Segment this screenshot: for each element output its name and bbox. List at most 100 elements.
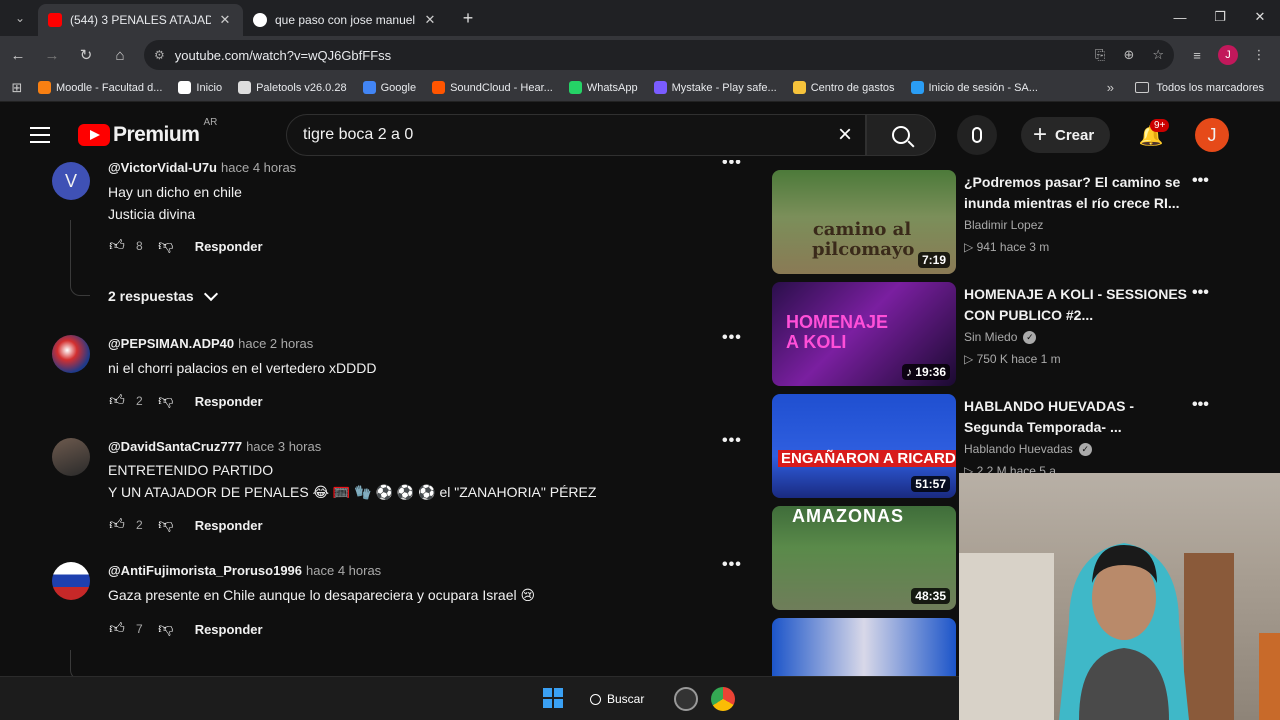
comment-menu-icon[interactable]: ••• bbox=[722, 556, 742, 574]
video-title[interactable]: ¿Podremos pasar? El camino se inunda mie… bbox=[964, 172, 1194, 214]
bookmark-item[interactable]: Inicio de sesión - SA... bbox=[910, 81, 1038, 94]
commenter-avatar[interactable] bbox=[52, 335, 90, 373]
dislike-icon[interactable]: 👎︎ bbox=[157, 237, 175, 255]
install-icon[interactable]: ⎘ bbox=[1095, 47, 1105, 63]
apps-grid-icon[interactable]: ⊞ bbox=[0, 80, 34, 96]
bookmark-item[interactable]: Paletools v26.0.28 bbox=[238, 81, 347, 94]
account-avatar[interactable]: J bbox=[1195, 118, 1229, 152]
forward-icon[interactable]: → bbox=[36, 39, 68, 71]
home-icon[interactable]: ⌂ bbox=[104, 39, 136, 71]
close-window-icon[interactable]: ✕ bbox=[1240, 0, 1280, 34]
video-title[interactable]: HOMENAJE A KOLI - SESSIONES CON PUBLICO … bbox=[964, 284, 1194, 326]
bookmark-item[interactable]: SoundCloud - Hear... bbox=[432, 81, 553, 94]
video-duration: 48:35 bbox=[911, 588, 950, 604]
all-bookmarks-folder[interactable]: Todos los marcadores bbox=[1135, 82, 1264, 94]
video-menu-icon[interactable]: ••• bbox=[1192, 284, 1209, 302]
dislike-icon[interactable]: 👎︎ bbox=[157, 516, 175, 534]
comment-author[interactable]: @DavidSantaCruz777 bbox=[108, 439, 242, 454]
reload-icon[interactable]: ↻ bbox=[70, 39, 102, 71]
video-thumbnail[interactable]: ENGAÑARON A RICARDO 51:57 bbox=[772, 394, 956, 498]
reply-button[interactable]: Responder bbox=[195, 239, 263, 254]
tab-title: que paso con jose manuel lope bbox=[275, 13, 416, 27]
commenter-avatar[interactable] bbox=[52, 562, 90, 600]
comment-author[interactable]: @AntiFujimorista_Proruso1996 bbox=[108, 563, 302, 578]
like-icon[interactable]: 👍︎ bbox=[108, 516, 126, 534]
youtube-header: Premium AR tigre boca 2 a 0 × + Crear 🔔 9… bbox=[0, 103, 1280, 167]
bookmarks-bar: ⊞ Moodle - Facultad d... Inicio Paletools … bbox=[0, 74, 1280, 102]
reply-button[interactable]: Responder bbox=[195, 518, 263, 533]
reply-button[interactable]: Responder bbox=[195, 394, 263, 409]
tab-google[interactable]: que paso con jose manuel lope ✕ bbox=[243, 4, 448, 36]
menu-dots-icon[interactable]: ⋮ bbox=[1244, 47, 1274, 63]
bookmark-item[interactable]: Centro de gastos bbox=[792, 81, 895, 94]
search-button[interactable] bbox=[866, 114, 936, 156]
search-input[interactable]: tigre boca 2 a 0 × bbox=[286, 114, 866, 156]
like-icon[interactable]: 👍︎ bbox=[108, 392, 126, 410]
create-button[interactable]: + Crear bbox=[1021, 117, 1111, 153]
video-thumbnail[interactable]: HOMENAJE A KOLI ♪ 19:36 bbox=[772, 282, 956, 386]
close-tab-icon[interactable]: ✕ bbox=[217, 12, 233, 28]
comment-time[interactable]: hace 4 horas bbox=[306, 563, 381, 578]
channel-name[interactable]: Bladimir Lopez bbox=[964, 218, 1043, 232]
commenter-avatar[interactable] bbox=[52, 438, 90, 476]
like-icon[interactable]: 👍︎ bbox=[108, 237, 126, 255]
dislike-icon[interactable]: 👎︎ bbox=[157, 620, 175, 638]
like-count: 2 bbox=[136, 518, 143, 532]
hamburger-menu-icon[interactable] bbox=[20, 127, 60, 143]
commenter-avatar[interactable]: V bbox=[52, 162, 90, 200]
channel-name[interactable]: Sin Miedo ✓ bbox=[964, 330, 1037, 344]
comment-menu-icon[interactable]: ••• bbox=[722, 160, 742, 172]
like-icon[interactable]: 👍︎ bbox=[108, 620, 126, 638]
comment-time[interactable]: hace 2 horas bbox=[238, 336, 313, 351]
comment-time[interactable]: hace 4 horas bbox=[221, 160, 296, 175]
profile-avatar[interactable]: J bbox=[1218, 45, 1238, 65]
taskbar-search[interactable]: Buscar bbox=[590, 687, 644, 711]
bookmark-item[interactable]: Inicio bbox=[178, 81, 222, 94]
video-menu-icon[interactable]: ••• bbox=[1192, 172, 1209, 190]
bookmark-item[interactable]: WhatsApp bbox=[568, 81, 638, 94]
tab-search-icon[interactable]: ⌄ bbox=[6, 4, 34, 32]
video-title[interactable]: HABLANDO HUEVADAS - Segunda Temporada- .… bbox=[964, 396, 1194, 438]
video-thumbnail[interactable]: camino al pilcomayo 7:19 bbox=[772, 170, 956, 274]
back-icon[interactable]: ← bbox=[2, 39, 34, 71]
clear-search-icon[interactable]: × bbox=[825, 121, 865, 149]
notification-badge: 9+ bbox=[1150, 119, 1170, 132]
restore-icon[interactable]: ❐ bbox=[1200, 0, 1240, 34]
related-video-item[interactable]: HOMENAJE A KOLI ♪ 19:36 HOMENAJE A KOLI … bbox=[772, 282, 1222, 386]
comment-menu-icon[interactable]: ••• bbox=[722, 432, 742, 450]
youtube-premium-logo[interactable]: Premium AR bbox=[78, 117, 217, 147]
bookmark-item[interactable]: Moodle - Facultad d... bbox=[38, 81, 162, 94]
address-bar[interactable]: ⚙ youtube.com/watch?v=wQJ6GbfFFss ⎘ ⊕ ☆ bbox=[144, 40, 1174, 70]
video-thumbnail[interactable]: AMAZONAS 48:35 bbox=[772, 506, 956, 610]
comment-author[interactable]: @VictorVidal-U7u bbox=[108, 160, 217, 175]
media-control-icon[interactable]: ≡ bbox=[1182, 48, 1212, 63]
like-count: 2 bbox=[136, 394, 143, 408]
site-info-icon[interactable]: ⚙ bbox=[154, 48, 165, 62]
bookmark-star-icon[interactable]: ☆ bbox=[1152, 47, 1164, 63]
bookmark-item[interactable]: Google bbox=[362, 81, 416, 94]
bookmark-item[interactable]: Mystake - Play safe... bbox=[653, 81, 777, 94]
youtube-favicon-icon bbox=[48, 13, 62, 27]
dislike-icon[interactable]: 👎︎ bbox=[157, 392, 175, 410]
voice-search-button[interactable] bbox=[957, 115, 997, 155]
windows-start-icon[interactable] bbox=[543, 688, 563, 708]
related-video-item[interactable]: camino al pilcomayo 7:19 ¿Podremos pasar… bbox=[772, 170, 1222, 274]
comment-author[interactable]: @PEPSIMAN.ADP40 bbox=[108, 336, 234, 351]
zoom-icon[interactable]: ⊕ bbox=[1123, 47, 1134, 63]
more-bookmarks-icon[interactable]: » bbox=[1107, 80, 1114, 95]
like-count: 8 bbox=[136, 239, 143, 253]
replies-toggle[interactable]: 2 respuestas bbox=[108, 286, 218, 304]
tab-youtube[interactable]: (544) 3 PENALES ATAJADOS EN ✕ bbox=[38, 4, 243, 36]
minimize-icon[interactable]: — bbox=[1160, 0, 1200, 34]
channel-name[interactable]: Hablando Huevadas ✓ bbox=[964, 442, 1092, 456]
close-tab-icon[interactable]: ✕ bbox=[422, 12, 438, 28]
reply-button[interactable]: Responder bbox=[195, 622, 263, 637]
video-thumbnail[interactable] bbox=[772, 618, 956, 676]
obs-icon[interactable] bbox=[674, 687, 698, 711]
comment-time[interactable]: hace 3 horas bbox=[246, 439, 321, 454]
video-menu-icon[interactable]: ••• bbox=[1192, 396, 1209, 414]
comment-menu-icon[interactable]: ••• bbox=[722, 329, 742, 347]
new-tab-button[interactable]: + bbox=[454, 4, 482, 32]
chrome-icon[interactable] bbox=[711, 687, 735, 711]
bookmark-favicon-icon bbox=[653, 81, 667, 94]
